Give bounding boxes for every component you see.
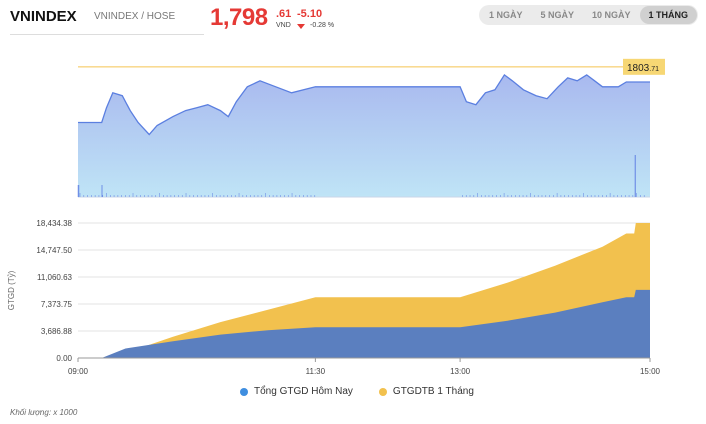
tab-5-days[interactable]: 5 NGÀY: [532, 6, 584, 24]
price-change: -5.10: [297, 8, 323, 20]
tab-1-day[interactable]: 1 NGÀY: [480, 6, 532, 24]
legend-today-label: Tổng GTGD Hôm Nay: [254, 386, 353, 397]
price-unit: VND: [276, 22, 291, 29]
y-tick-label: 0.00: [56, 354, 72, 363]
legend-item-month-avg[interactable]: GTGDTB 1 Tháng: [378, 386, 474, 397]
value-chart: 0.00 3,686.88 7,373.75 11,060.63 14,747.50 18…: [7, 219, 661, 376]
price-decimal: .61: [276, 8, 292, 20]
volume-footnote: Khối lượng: x 1000: [10, 408, 78, 417]
legend-month-avg-label: GTGDTB 1 Tháng: [392, 386, 474, 397]
y-tick-label: 14,747.50: [36, 246, 72, 255]
tab-1-month[interactable]: 1 THÁNG: [639, 6, 698, 24]
reference-label-decimal: .71: [649, 66, 659, 73]
legend-item-today[interactable]: Tổng GTGD Hôm Nay: [240, 386, 353, 397]
y-tick-label: 18,434.38: [36, 219, 72, 228]
x-tick-label: 11:30: [306, 367, 326, 376]
y-axis-label: GTGD (Tỷ): [7, 270, 16, 310]
y-tick-label: 3,686.88: [41, 327, 73, 336]
legend: Tổng GTGD Hôm Nay GTGDTB 1 Tháng: [240, 386, 474, 397]
current-price: 1,798: [210, 4, 268, 31]
header: VNINDEX VNINDEX / HOSE 1,798 .61 VND -5.…: [0, 0, 706, 40]
legend-month-avg-swatch: [378, 387, 387, 396]
down-arrow-icon: [297, 24, 305, 29]
y-tick-label: 11,060.63: [37, 273, 73, 282]
x-tick-label: 09:00: [68, 367, 89, 376]
tab-10-days[interactable]: 10 NGÀY: [583, 6, 640, 24]
price-area: [78, 74, 650, 197]
x-tick-label: 13:00: [450, 367, 471, 376]
legend-today-swatch: [240, 387, 248, 396]
exchange-label: VNINDEX / HOSE: [94, 11, 176, 22]
x-tick-label: 15:00: [640, 367, 661, 376]
index-name: VNINDEX: [10, 8, 77, 25]
price-change-percent: -0.28 %: [310, 22, 335, 29]
period-tabs: 1 NGÀY 5 NGÀY 10 NGÀY 1 THÁNG: [479, 5, 699, 25]
index-title-box: VNINDEX VNINDEX / HOSE: [10, 8, 204, 35]
y-tick-label: 7,373.75: [41, 300, 73, 309]
